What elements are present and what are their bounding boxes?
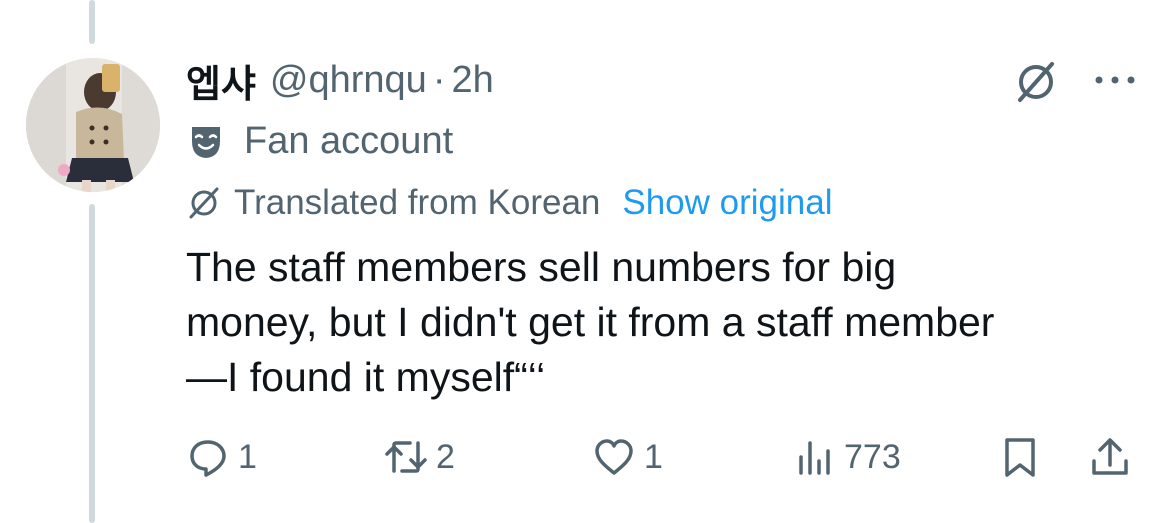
account-label-text: Fan account <box>244 119 454 162</box>
tweet-header: 엡샤 @qhrnqu · 2h <box>186 56 494 106</box>
display-name[interactable]: 엡샤 <box>186 53 256 108</box>
reply-count: 1 <box>238 437 257 476</box>
heart-icon <box>595 439 633 475</box>
translate-small-icon <box>186 185 222 221</box>
repost-icon <box>385 441 427 473</box>
like-count: 1 <box>644 437 663 476</box>
analytics-icon <box>799 441 830 475</box>
account-label: Fan account <box>186 116 453 166</box>
theater-masks-icon <box>186 121 226 161</box>
repost-button[interactable]: 2 <box>384 432 455 482</box>
share-button[interactable] <box>1088 432 1132 482</box>
user-handle[interactable]: @qhrnqu <box>270 59 427 102</box>
timestamp[interactable]: 2h <box>451 59 493 102</box>
share-icon <box>1092 438 1128 475</box>
reply-button[interactable]: 1 <box>186 432 257 482</box>
show-original-link[interactable]: Show original <box>622 183 832 223</box>
thread-line-top <box>89 0 95 44</box>
repost-count: 2 <box>436 437 455 476</box>
tweet-text: The staff members sell numbers for big m… <box>186 244 995 400</box>
like-button[interactable]: 1 <box>592 432 663 482</box>
more-icon[interactable] <box>1090 60 1140 100</box>
translation-note: Translated from Korean <box>234 183 601 222</box>
bookmark-button[interactable] <box>998 432 1042 482</box>
action-bar: 1 2 1 773 <box>0 432 1170 482</box>
translate-icon[interactable] <box>1012 58 1060 106</box>
views-button[interactable]: 773 <box>792 432 901 482</box>
translation-notice: Translated from Korean Show original <box>186 180 833 226</box>
bookmark-icon <box>1005 438 1035 477</box>
views-count: 773 <box>844 437 901 476</box>
avatar[interactable] <box>26 58 160 192</box>
reply-icon <box>190 440 226 477</box>
separator-dot: · <box>432 58 446 101</box>
